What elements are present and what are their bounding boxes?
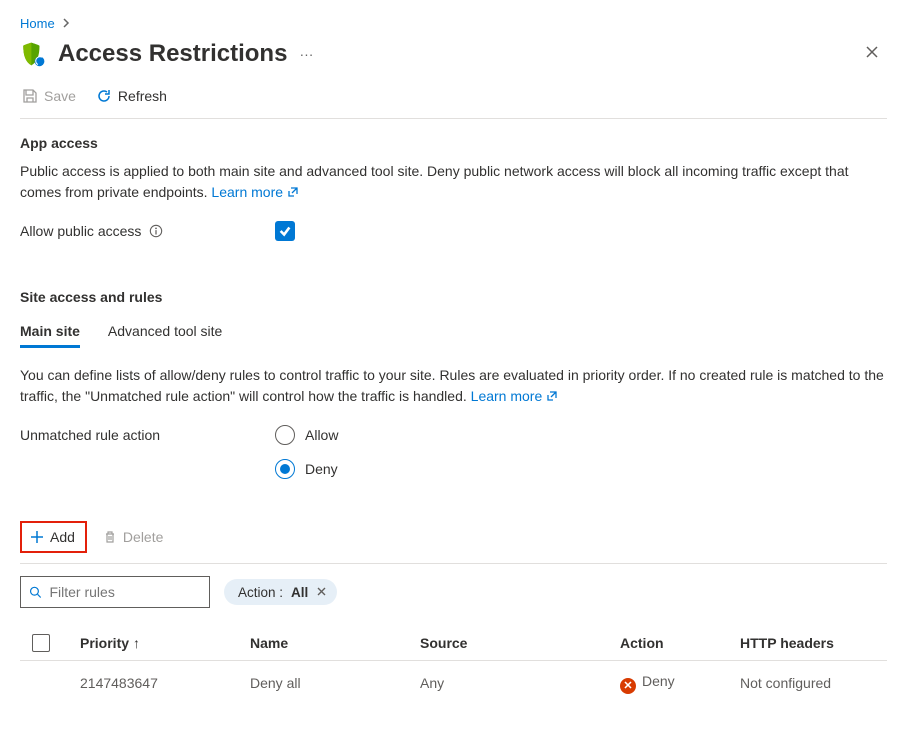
filter-pill-action[interactable]: Action : All — [224, 579, 337, 605]
delete-label: Delete — [123, 529, 163, 545]
save-label: Save — [44, 88, 76, 104]
plus-icon — [30, 530, 44, 544]
add-button[interactable]: Add — [30, 529, 75, 545]
tab-advanced-tool-site[interactable]: Advanced tool site — [108, 317, 222, 348]
allow-public-access-checkbox[interactable] — [275, 221, 295, 241]
refresh-icon — [96, 88, 112, 104]
cell-http: Not configured — [740, 675, 887, 691]
divider — [20, 118, 887, 119]
tab-main-site[interactable]: Main site — [20, 317, 80, 348]
col-action[interactable]: Action — [620, 635, 740, 651]
save-icon — [22, 88, 38, 104]
breadcrumb: Home — [20, 16, 887, 31]
app-access-desc: Public access is applied to both main si… — [20, 161, 887, 203]
refresh-button[interactable]: Refresh — [94, 84, 169, 108]
cell-action: ✕Deny — [620, 673, 740, 694]
search-icon — [29, 585, 41, 599]
command-bar: Save Refresh — [20, 80, 887, 118]
cell-name: Deny all — [250, 675, 420, 691]
refresh-label: Refresh — [118, 88, 167, 104]
unmatched-rule-row: Unmatched rule action Allow Deny — [20, 425, 887, 493]
col-priority[interactable]: Priority↑ — [80, 635, 250, 651]
site-access-learn-more[interactable]: Learn more — [471, 388, 558, 404]
add-label: Add — [50, 529, 75, 545]
filter-bar: Action : All — [20, 576, 887, 608]
site-access-desc: You can define lists of allow/deny rules… — [20, 365, 887, 407]
col-http-headers[interactable]: HTTP headers — [740, 635, 887, 651]
grid-header: Priority↑ Name Source Action HTTP header… — [20, 626, 887, 661]
filter-searchbox[interactable] — [20, 576, 210, 608]
allow-public-access-label: Allow public access — [20, 223, 141, 239]
sort-asc-icon: ↑ — [133, 635, 140, 651]
breadcrumb-home[interactable]: Home — [20, 16, 55, 31]
filter-input[interactable] — [47, 583, 201, 601]
tabs: Main site Advanced tool site — [20, 317, 887, 349]
more-icon[interactable]: ··· — [299, 46, 313, 62]
app-access-learn-more[interactable]: Learn more — [211, 184, 298, 200]
app-access-heading: App access — [20, 135, 887, 151]
chevron-right-icon — [61, 16, 71, 31]
pill-clear-icon[interactable] — [316, 584, 327, 600]
info-icon[interactable] — [149, 224, 163, 238]
close-icon[interactable] — [857, 39, 887, 68]
page-title: Access Restrictions — [58, 40, 287, 68]
rule-action-bar: Add Delete — [20, 521, 887, 553]
shield-icon — [20, 41, 46, 67]
external-link-icon — [546, 390, 558, 402]
unmatched-rule-label: Unmatched rule action — [20, 427, 160, 443]
table-row[interactable]: 2147483647 Deny all Any ✕Deny Not config… — [20, 661, 887, 706]
select-all-checkbox[interactable] — [32, 634, 50, 652]
radio-allow[interactable]: Allow — [275, 425, 338, 445]
site-access-heading: Site access and rules — [20, 289, 887, 305]
radio-deny-label: Deny — [305, 461, 338, 477]
divider — [20, 563, 887, 564]
pill-value: All — [291, 585, 308, 600]
cell-priority: 2147483647 — [80, 675, 250, 691]
delete-button: Delete — [103, 529, 163, 545]
rules-grid: Priority↑ Name Source Action HTTP header… — [20, 626, 887, 706]
radio-allow-label: Allow — [305, 427, 338, 443]
external-link-icon — [287, 186, 299, 198]
cell-source: Any — [420, 675, 620, 691]
pill-label: Action : — [238, 585, 283, 600]
allow-public-access-row: Allow public access — [20, 221, 887, 241]
col-source[interactable]: Source — [420, 635, 620, 651]
radio-deny[interactable]: Deny — [275, 459, 338, 479]
col-name[interactable]: Name — [250, 635, 420, 651]
trash-icon — [103, 530, 117, 544]
add-highlight-box: Add — [20, 521, 87, 553]
deny-icon: ✕ — [620, 678, 636, 694]
save-button: Save — [20, 84, 78, 108]
title-row: Access Restrictions ··· — [20, 39, 887, 68]
check-icon — [278, 224, 292, 238]
